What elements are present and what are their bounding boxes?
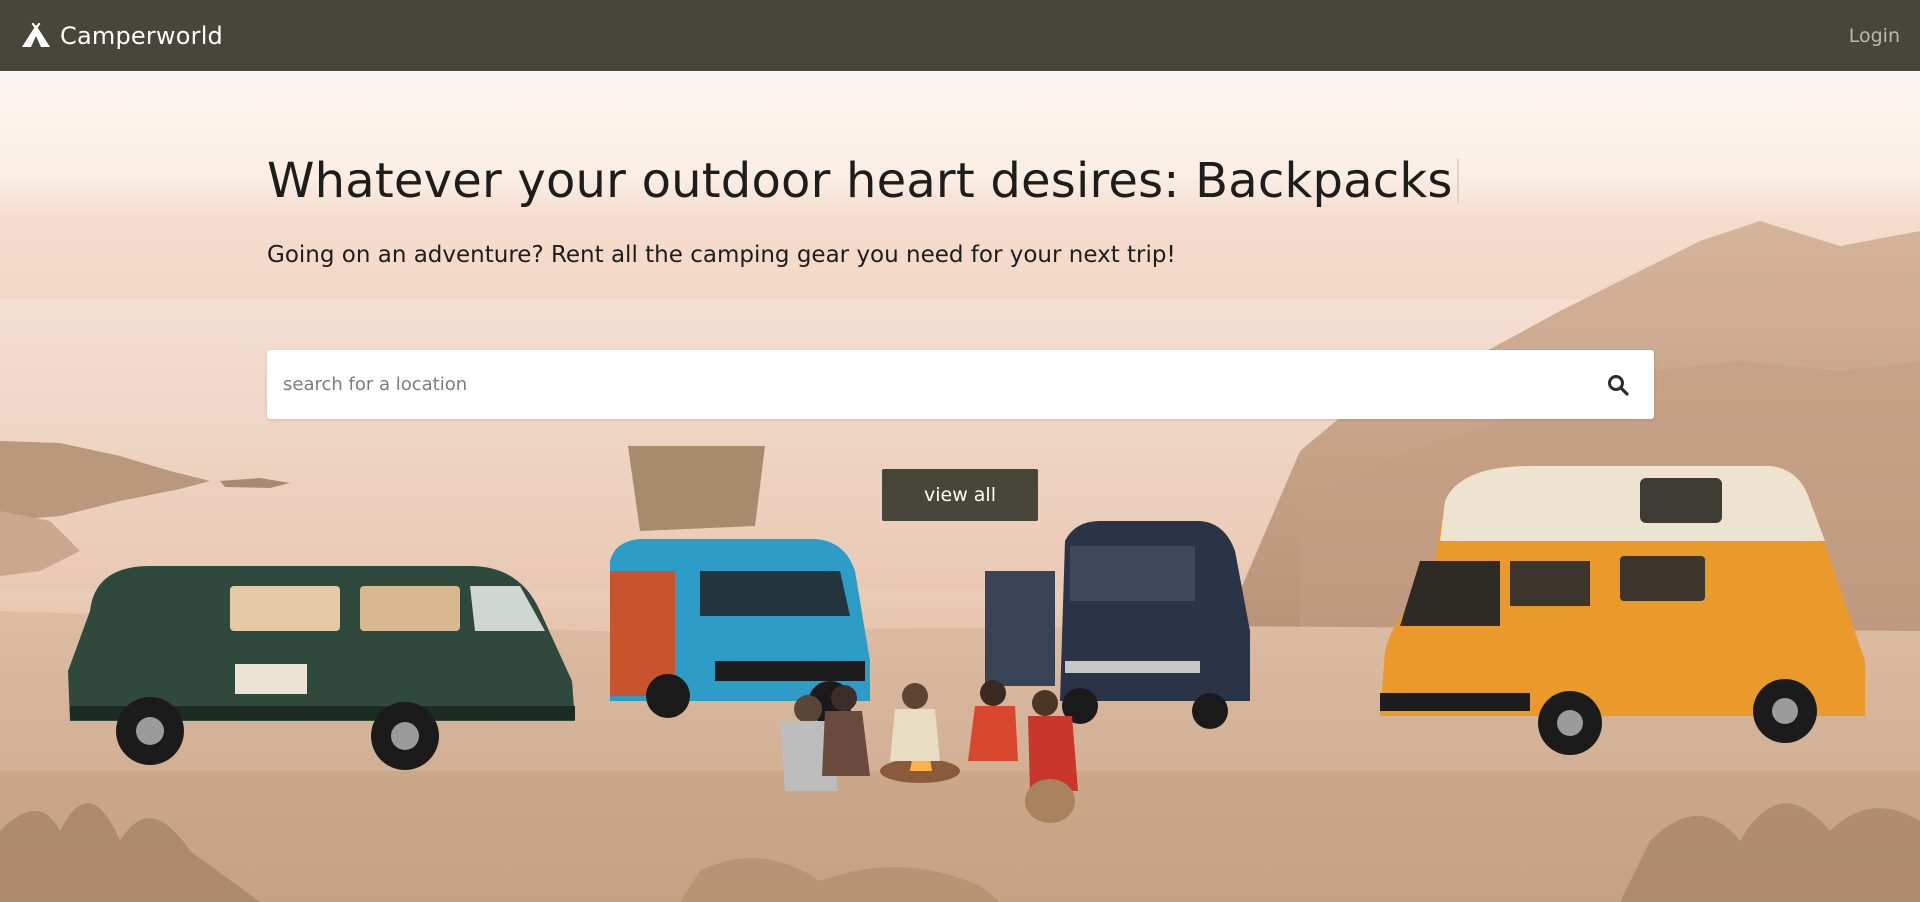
brand-home-link[interactable]: Camperworld <box>20 22 223 50</box>
search-icon <box>1608 374 1629 396</box>
search-button[interactable] <box>1588 350 1648 419</box>
tent-icon <box>20 22 52 49</box>
headline-text: Whatever your outdoor heart desires: Bac… <box>267 153 1453 209</box>
top-navbar: Camperworld Login <box>0 0 1920 71</box>
login-link[interactable]: Login <box>1849 25 1900 47</box>
location-search-box <box>267 350 1654 419</box>
hero-subheadline: Going on an adventure? Rent all the camp… <box>267 241 1176 268</box>
location-search-input[interactable] <box>267 350 1588 419</box>
hero-section: Whatever your outdoor heart desires: Bac… <box>0 71 1920 902</box>
brand-name: Camperworld <box>60 21 223 50</box>
hero-text: Whatever your outdoor heart desires: Bac… <box>267 155 1655 268</box>
page-title: Whatever your outdoor heart desires: Bac… <box>267 155 1655 208</box>
view-all-button[interactable]: view all <box>882 469 1038 521</box>
typing-cursor <box>1456 159 1459 203</box>
orange-van <box>1380 466 1865 755</box>
